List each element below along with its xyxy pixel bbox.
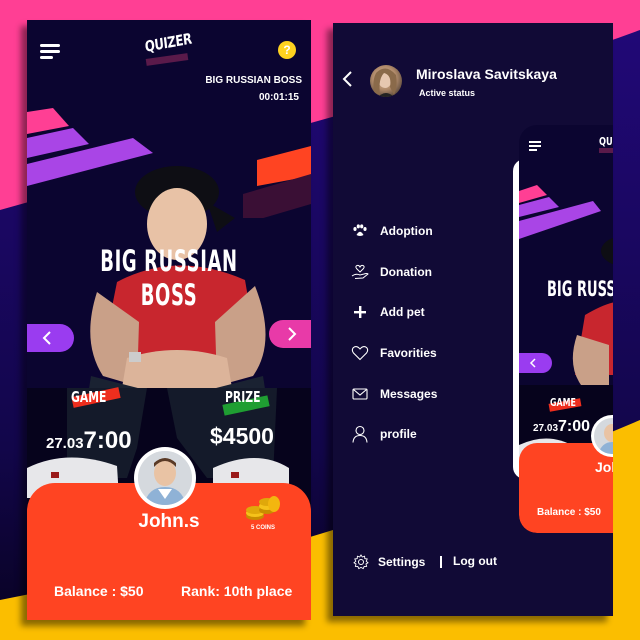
settings-label: Settings	[378, 555, 426, 569]
heart-hand-icon	[351, 264, 369, 280]
hamburger-menu-icon	[529, 141, 541, 151]
settings-button[interactable]: Settings	[353, 554, 425, 570]
quiz-preview: QUI BIG RUSSI GAME 27.037:00	[519, 125, 613, 533]
menu-item-add-pet[interactable]: Add pet	[351, 292, 437, 333]
menu-item-label: profile	[380, 427, 417, 442]
menu-item-label: Messages	[380, 386, 438, 401]
menu-item-profile[interactable]: profile	[351, 414, 437, 455]
game-date: 27.03	[46, 435, 84, 452]
game-datetime: 27.037:00	[533, 418, 591, 435]
game-datetime: 27.037:00	[46, 427, 132, 455]
prev-button	[519, 353, 552, 373]
coins-label: 5 COINS	[250, 525, 275, 531]
quizer-logo: QUIZER	[144, 30, 192, 66]
logout-button[interactable]: Log out	[453, 554, 497, 568]
user-avatar[interactable]	[134, 447, 196, 509]
quiz-screen: QUIZER ? BIG RUSSIAN BOSS 00:01:15 BIG R…	[27, 20, 311, 620]
menu-item-messages[interactable]: Messages	[351, 373, 437, 414]
game-label: GAME	[71, 388, 107, 406]
prize-label: PRIZE	[225, 388, 261, 406]
profile-name: Miroslava Savitskaya	[416, 66, 557, 82]
back-button[interactable]	[341, 70, 353, 88]
menu-item-label: Adoption	[380, 224, 433, 239]
menu-list: Adoption Donation Add pet Favorities Mes…	[351, 211, 437, 455]
menu-item-label: Favorities	[380, 346, 437, 361]
timer: 00:01:15	[258, 92, 299, 103]
game-time: 7:00	[83, 427, 132, 454]
user-name: Joh	[595, 459, 613, 475]
menu-item-donation[interactable]: Donation	[351, 252, 437, 293]
game-label: GAME	[550, 396, 576, 409]
menu-item-adoption[interactable]: Adoption	[351, 211, 437, 252]
chevron-left-icon	[42, 331, 51, 345]
plus-icon	[351, 304, 369, 320]
next-button[interactable]	[269, 320, 311, 348]
envelope-icon	[351, 386, 369, 402]
hero-title: BIG RUSSIAN BOSS	[100, 244, 238, 312]
rank: Rank: 10th place	[181, 583, 293, 599]
prize-value: $4500	[210, 423, 274, 449]
balance: Balance : $50	[537, 507, 601, 518]
heart-icon	[351, 345, 369, 361]
menu-item-label: Donation	[380, 264, 432, 279]
coins-icon	[246, 496, 280, 520]
menu-item-favorities[interactable]: Favorities	[351, 333, 437, 374]
profile-avatar[interactable]	[370, 65, 402, 97]
user-card	[519, 443, 613, 533]
header-title: BIG RUSSIAN BOSS	[205, 75, 302, 86]
balance: Balance : $50	[54, 583, 144, 599]
chevron-left-icon	[529, 358, 536, 368]
quizer-logo: QUI	[599, 135, 613, 155]
profile-status: Active status	[419, 88, 476, 98]
divider	[440, 556, 442, 568]
chevron-right-icon	[288, 327, 297, 341]
hamburger-menu-icon[interactable]	[40, 44, 60, 60]
user-icon	[351, 426, 369, 443]
menu-screen: Miroslava Savitskaya Active status QUI B…	[333, 23, 613, 616]
gear-icon	[353, 554, 369, 570]
menu-item-label: Add pet	[380, 305, 425, 320]
help-icon[interactable]: ?	[278, 41, 296, 59]
prev-button[interactable]	[27, 324, 74, 352]
paw-icon	[351, 223, 369, 239]
hero-title: BIG RUSSI	[547, 277, 613, 301]
